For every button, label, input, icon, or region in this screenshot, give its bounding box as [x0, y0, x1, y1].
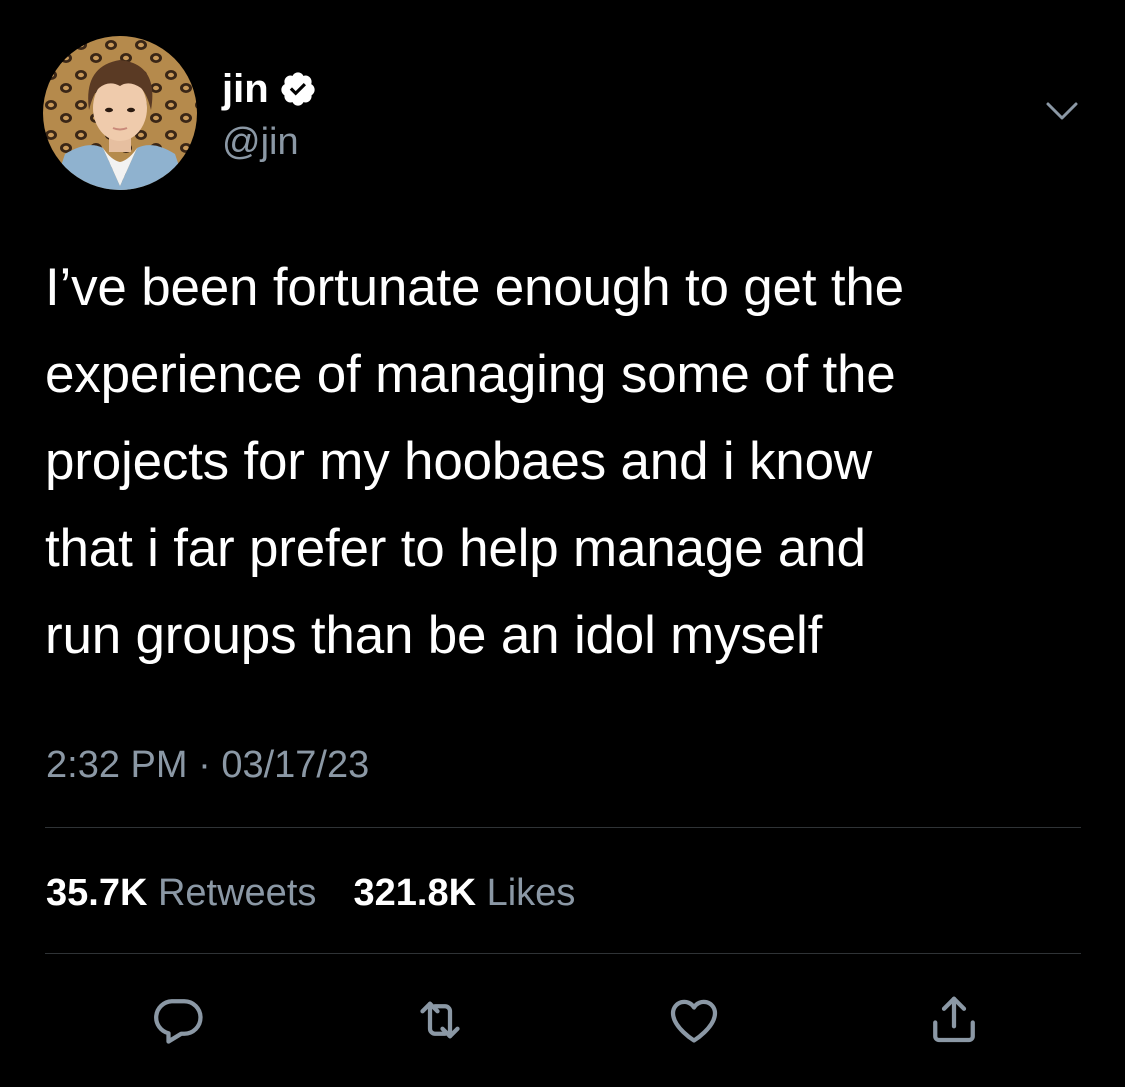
profile-photo [43, 36, 197, 190]
divider [45, 827, 1081, 828]
tweet-date: 03/17/23 [221, 744, 370, 786]
reply-icon [154, 999, 203, 1044]
retweets-count: 35.7K [46, 872, 148, 914]
tweet: jin @jin I’ve been fortunate enough to g… [0, 0, 1125, 1087]
tweet-time: 2:32 PM [46, 744, 188, 786]
like-icon [670, 999, 718, 1043]
share-icon [933, 996, 975, 1043]
avatar[interactable] [43, 36, 197, 190]
chevron-down-icon[interactable] [1036, 92, 1088, 132]
verified-badge-icon [279, 70, 317, 108]
user-handle[interactable]: @jin [222, 120, 299, 164]
display-name-row[interactable]: jin [222, 66, 317, 112]
likes-stat[interactable]: 321.8K Likes [354, 872, 576, 914]
retweet-button[interactable] [410, 990, 470, 1050]
likes-count: 321.8K [353, 872, 477, 914]
likes-label: Likes [486, 872, 576, 914]
tweet-text: I’ve been fortunate enough to get the ex… [45, 258, 904, 665]
tweet-timestamp[interactable]: 2:32 PM · 03/17/23 [46, 740, 369, 790]
retweets-label: Retweets [157, 872, 317, 914]
share-button[interactable] [924, 990, 984, 1050]
timestamp-separator: · [198, 744, 211, 786]
tweet-stats: 35.7K Retweets 321.8K Likes [46, 868, 575, 918]
action-bar [0, 990, 1125, 1050]
divider [45, 953, 1081, 954]
display-name[interactable]: jin [222, 66, 269, 112]
like-button[interactable] [664, 990, 724, 1050]
retweet-icon [420, 1001, 460, 1039]
retweets-stat[interactable]: 35.7K Retweets [46, 872, 327, 914]
reply-button[interactable] [148, 990, 208, 1050]
